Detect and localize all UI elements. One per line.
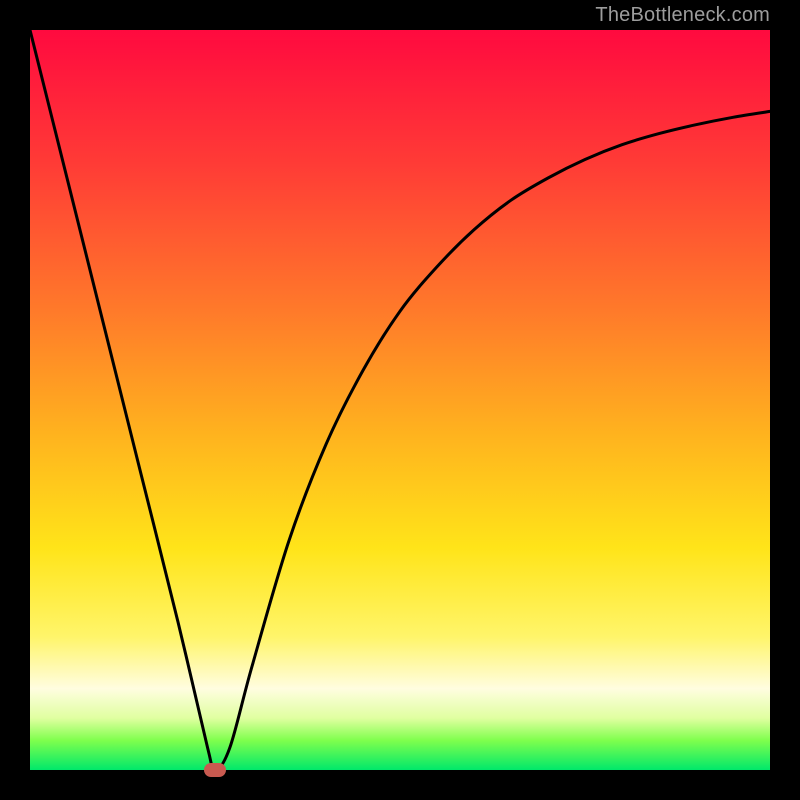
chart-frame: TheBottleneck.com: [0, 0, 800, 800]
plot-area: [30, 30, 770, 770]
optimal-point-marker: [204, 763, 226, 777]
watermark-text: TheBottleneck.com: [595, 4, 770, 27]
bottleneck-curve: [30, 30, 770, 770]
